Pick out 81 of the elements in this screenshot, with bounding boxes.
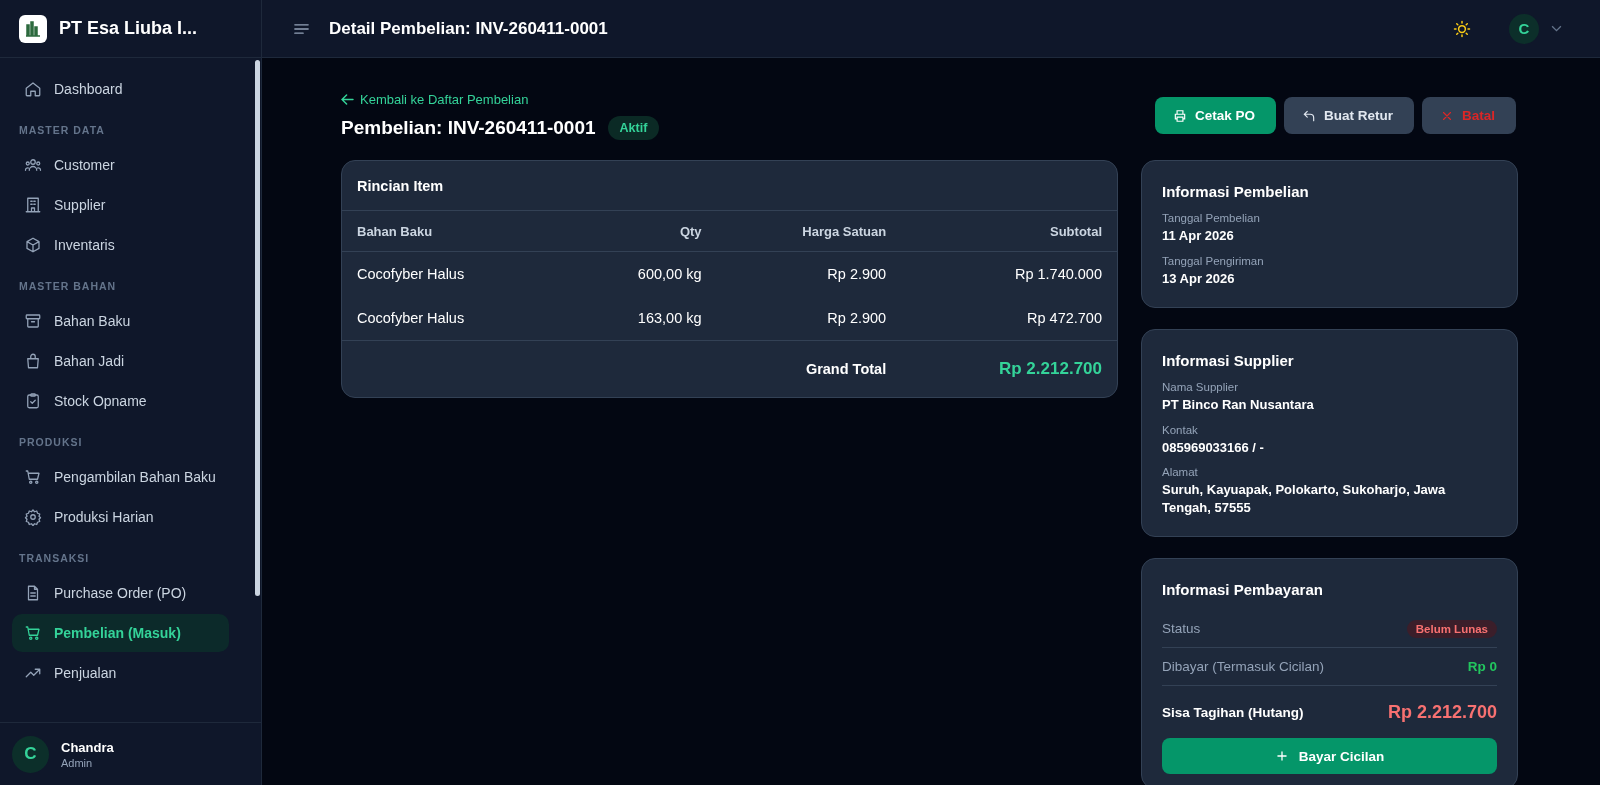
users-icon	[24, 156, 42, 174]
sun-icon[interactable]	[1453, 19, 1471, 38]
back-link[interactable]: Kembali ke Daftar Pembelian	[341, 92, 660, 107]
nav-item[interactable]: Bahan Jadi	[12, 342, 229, 380]
company-logo-icon	[19, 14, 47, 43]
table-cell: Cocofyber Halus	[342, 296, 565, 341]
remaining-label: Sisa Tagihan (Hutang)	[1162, 704, 1304, 720]
nav-section-title: TRANSAKSI	[18, 551, 91, 566]
table-cell: Rp 1.740.000	[901, 251, 1117, 296]
card-title: Informasi Supplier	[1162, 352, 1295, 370]
card-title: Informasi Pembayaran	[1162, 581, 1324, 599]
table-cell: 600,00 kg	[564, 251, 717, 296]
card-title: Rincian Item	[342, 161, 1117, 211]
archive-icon	[24, 312, 42, 330]
action-button[interactable]: Cetak PO	[1154, 97, 1276, 134]
grand-total-label: Grand Total	[716, 340, 902, 397]
pay-installment-button[interactable]: Bayar Cicilan	[1162, 738, 1497, 775]
printer-icon	[1172, 108, 1187, 123]
card-title: Informasi Pembelian	[1162, 183, 1310, 200]
menu-icon[interactable]	[294, 22, 309, 35]
cube-icon	[24, 236, 42, 254]
building-icon	[24, 196, 42, 214]
status-label: Status	[1162, 621, 1201, 637]
scrollbar[interactable]	[255, 60, 260, 596]
nav-item[interactable]: Pembelian (Masuk)	[12, 614, 229, 652]
nav-section-title: PRODUKSI	[18, 435, 84, 450]
field-label: Tanggal Pengiriman	[1162, 254, 1265, 267]
plus-icon	[1274, 749, 1289, 764]
table-cell: Rp 2.900	[716, 296, 902, 341]
column-header: Qty	[564, 211, 717, 252]
column-header: Subtotal	[901, 211, 1117, 252]
table-cell: Cocofyber Halus	[342, 251, 565, 296]
user-role: Admin	[61, 756, 94, 769]
nav-item[interactable]: Customer	[12, 146, 229, 184]
status-badge: Aktif	[607, 116, 660, 140]
field-value: 13 Apr 2026	[1162, 269, 1236, 288]
payment-status-badge: Belum Lunas	[1406, 619, 1497, 638]
grand-total-value: Rp 2.212.700	[901, 340, 1117, 397]
nav-section-title: MASTER DATA	[18, 123, 106, 138]
remaining-amount: Rp 2.212.700	[1387, 701, 1497, 723]
chevron-down-icon[interactable]	[1551, 25, 1562, 32]
field-label: Tanggal Pembelian	[1162, 212, 1261, 224]
gear-icon	[24, 508, 42, 526]
field-value: 085969033166 / -	[1162, 438, 1265, 457]
table-cell: Rp 472.700	[901, 296, 1117, 341]
company-name: PT Esa Liuba I...	[59, 18, 198, 39]
nav-section-title: MASTER BAHAN	[18, 279, 118, 294]
field-value: 11 Apr 2026	[1162, 227, 1235, 245]
field-label: Alamat	[1162, 466, 1199, 479]
page-title: Pembelian: INV-260411-0001	[341, 117, 596, 139]
nav-item[interactable]: Purchase Order (PO)	[12, 574, 229, 612]
paid-label: Dibayar (Termasuk Cicilan)	[1162, 659, 1325, 675]
nav-item[interactable]: Dashboard	[12, 70, 229, 108]
page-header-title: Detail Pembelian: INV-260411-0001	[329, 18, 608, 39]
cart-icon	[24, 468, 42, 486]
column-header: Bahan Baku	[342, 211, 565, 252]
nav-item[interactable]: Produksi Harian	[12, 498, 229, 536]
nav-item[interactable]: Supplier	[12, 186, 229, 224]
field-label: Kontak	[1162, 423, 1199, 436]
return-arrow-icon	[1301, 108, 1316, 123]
user-avatar[interactable]: C	[1509, 13, 1539, 44]
column-header: Harga Satuan	[716, 211, 902, 252]
bag-icon	[24, 352, 42, 370]
user-avatar[interactable]: C	[12, 735, 49, 773]
nav-item[interactable]: Penjualan	[12, 654, 229, 692]
nav-item[interactable]: Stock Opname	[12, 382, 229, 420]
table-cell: 163,00 kg	[564, 296, 717, 341]
field-label: Nama Supplier	[1162, 381, 1240, 394]
nav-item[interactable]: Inventaris	[12, 226, 229, 264]
cart-icon	[24, 624, 42, 642]
field-value: PT Binco Ran Nusantara	[1162, 396, 1315, 414]
nav-item[interactable]: Pengambilan Bahan Baku	[12, 458, 229, 496]
nav-item[interactable]: Bahan Baku	[12, 302, 229, 340]
arrow-left-icon	[341, 94, 354, 105]
action-button[interactable]: Buat Retur	[1283, 97, 1414, 134]
clipboard-icon	[24, 392, 42, 410]
user-name: Chandra	[61, 739, 114, 755]
field-value: Suruh, Kayuapak, Polokarto, Sukoharjo, Jawa Tengah, 57555	[1162, 481, 1447, 517]
paid-amount: Rp 0	[1467, 659, 1497, 675]
home-icon	[24, 80, 42, 98]
table-cell: Rp 2.900	[716, 251, 902, 296]
